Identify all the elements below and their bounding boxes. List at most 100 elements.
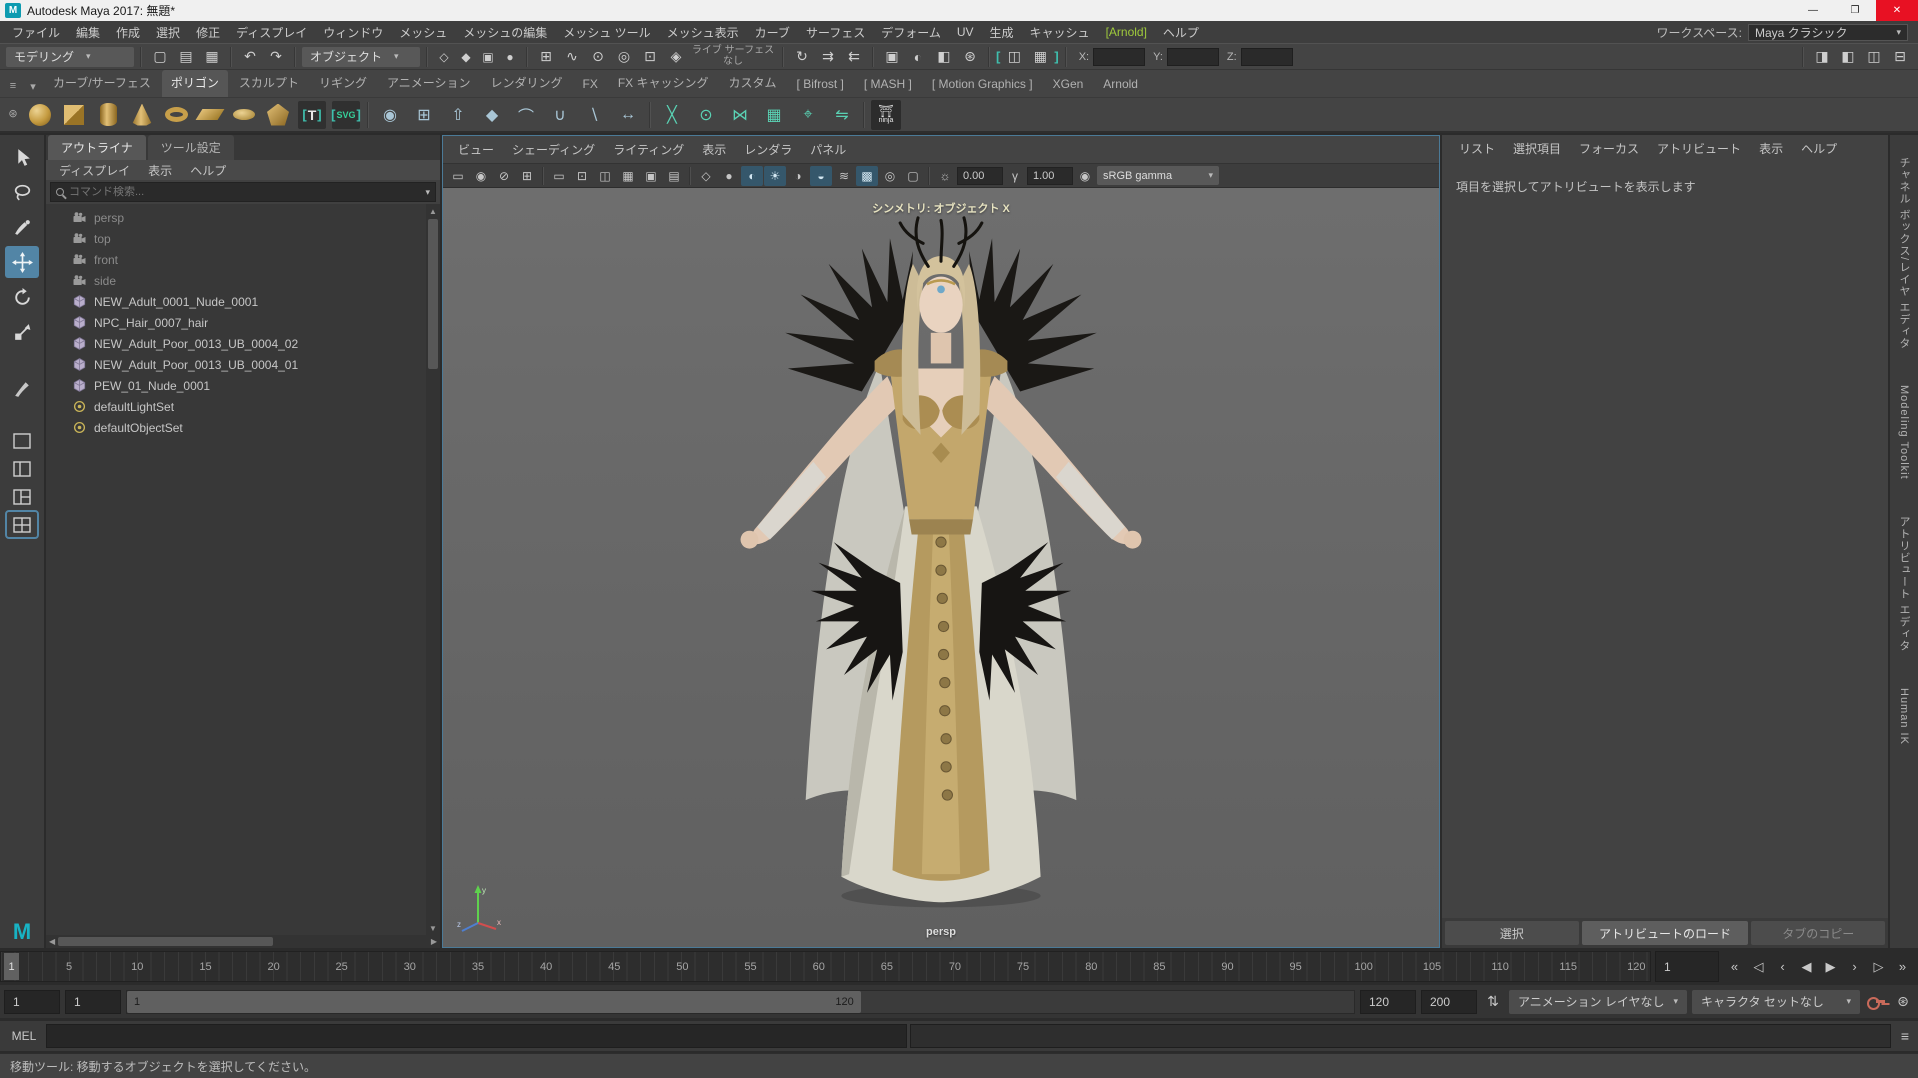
quad-draw-icon[interactable]: ▦ (758, 99, 790, 131)
shelf-tab-custom[interactable]: カスタム (720, 70, 786, 97)
render-settings-icon[interactable]: ⊛ (958, 46, 982, 68)
outliner-horizontal-scrollbar[interactable]: ◀ ▶ (46, 935, 440, 948)
type-tool-icon[interactable]: [T] (296, 99, 328, 131)
color-management-icon[interactable]: ◉ (1074, 166, 1096, 186)
new-scene-icon[interactable]: ▢ (148, 46, 172, 68)
step-back-key-button[interactable]: ‹ (1771, 951, 1794, 982)
step-forward-key-button[interactable]: › (1843, 951, 1866, 982)
shelf-tab-arnold[interactable]: Arnold (1094, 73, 1147, 97)
construction-history-icon[interactable]: ↻ (790, 46, 814, 68)
input-connections-icon[interactable]: ⇉ (816, 46, 840, 68)
shelf-tab-rigging[interactable]: リギング (310, 70, 376, 97)
snap-projected-center-icon[interactable]: ◎ (612, 46, 636, 68)
command-line-input[interactable] (46, 1024, 907, 1048)
gamma-field[interactable]: 1.00 (1027, 167, 1073, 185)
ae-menu-list[interactable]: リスト (1450, 138, 1504, 159)
depth-of-field-icon[interactable]: ◎ (879, 166, 901, 186)
last-tool-used[interactable] (5, 372, 39, 404)
mask-object-icon[interactable]: ◆ (456, 46, 476, 68)
fast-preview-icon[interactable]: ◫ (1002, 46, 1026, 68)
outliner-list[interactable]: persp top front side NEW_Adult_0001_Nude… (46, 204, 426, 935)
menu-cache[interactable]: キャッシュ (1022, 21, 1098, 44)
layout-three-pane-button[interactable] (7, 484, 37, 509)
maximize-button[interactable]: ❐ (1834, 0, 1876, 21)
z-input[interactable] (1241, 48, 1293, 66)
menu-mesh-tools[interactable]: メッシュ ツール (555, 21, 658, 44)
tab-channel-box[interactable]: チャネル ボックス/レイヤ エディタ (1896, 157, 1912, 349)
tab-human-ik[interactable]: Human IK (1898, 688, 1910, 745)
go-to-start-button[interactable]: « (1723, 951, 1746, 982)
poly-platonic-icon[interactable] (262, 99, 294, 131)
tab-modeling-toolkit[interactable]: Modeling Toolkit (1898, 385, 1910, 480)
shelf-tab-fx[interactable]: FX (574, 73, 607, 97)
gate-mask-icon[interactable]: ◫ (594, 166, 616, 186)
go-to-end-button[interactable]: » (1891, 951, 1914, 982)
subdivide-mesh-icon[interactable]: ⊞ (408, 99, 440, 131)
save-scene-icon[interactable]: ▦ (200, 46, 224, 68)
y-input[interactable] (1167, 48, 1219, 66)
scroll-left-icon[interactable]: ◀ (49, 936, 55, 948)
svg-tool-icon[interactable]: [SVG] (330, 99, 362, 131)
mask-component-icon[interactable]: ▣ (478, 46, 498, 68)
shelf-tab-xgen[interactable]: XGen (1044, 73, 1093, 97)
snap-grid-icon[interactable]: ⊞ (534, 46, 558, 68)
safe-title-icon[interactable]: ▤ (663, 166, 685, 186)
output-connections-icon[interactable]: ⇇ (842, 46, 866, 68)
multi-cut-icon[interactable]: ╳ (656, 99, 688, 131)
axis-gizmo[interactable]: y x z (455, 881, 503, 935)
viewport-menu-panels[interactable]: パネル (801, 139, 855, 160)
undo-icon[interactable]: ↶ (238, 46, 262, 68)
playback-start-field[interactable]: 1 (65, 990, 121, 1014)
current-frame-marker[interactable]: 1 (4, 953, 19, 980)
mirror-geometry-icon[interactable]: ↔ (612, 99, 644, 131)
extrude-icon[interactable]: ⇧ (442, 99, 474, 131)
menu-set-selector[interactable]: モデリング ▾ (6, 47, 134, 67)
command-search-box[interactable]: ▾ (50, 182, 436, 202)
menu-edit[interactable]: 編集 (68, 21, 108, 44)
outliner-menu-help[interactable]: ヘルプ (181, 160, 235, 181)
open-scene-icon[interactable]: ▤ (174, 46, 198, 68)
menu-deform[interactable]: デフォーム (873, 21, 949, 44)
menu-windows[interactable]: ウィンドウ (315, 21, 391, 44)
command-line-language-label[interactable]: MEL (2, 1029, 46, 1043)
ambient-occlusion-icon[interactable]: ◒ (810, 166, 832, 186)
exposure-field[interactable]: 0.00 (957, 167, 1003, 185)
character-set-selector[interactable]: キャラクタ セットなし ▾ (1692, 990, 1860, 1014)
x-input[interactable] (1093, 48, 1145, 66)
render-current-frame-icon[interactable]: ▣ (880, 46, 904, 68)
auto-keyframe-button[interactable] (1865, 990, 1887, 1014)
shadows-icon[interactable]: ◑ (787, 166, 809, 186)
multisample-icon[interactable]: ▩ (856, 166, 878, 186)
safe-action-icon[interactable]: ▣ (640, 166, 662, 186)
motion-blur-icon[interactable]: ≋ (833, 166, 855, 186)
select-tool[interactable] (5, 141, 39, 173)
connect-tool-icon[interactable]: ⋈ (724, 99, 756, 131)
range-slider-bar[interactable]: 1 120 (127, 991, 861, 1013)
poly-sphere-icon[interactable] (24, 99, 56, 131)
shelf-tab-animation[interactable]: アニメーション (378, 70, 480, 97)
rotate-tool[interactable] (5, 281, 39, 313)
workspace-selector[interactable]: Maya クラシック ▾ (1748, 24, 1908, 41)
outliner-item-default-light-set[interactable]: defaultLightSet (46, 396, 426, 417)
play-forwards-button[interactable]: ▶ (1819, 951, 1842, 982)
scroll-up-icon[interactable]: ▲ (429, 205, 437, 217)
scrollbar-track[interactable] (428, 217, 438, 922)
bridge-icon[interactable]: ⌒ (510, 99, 542, 131)
layout-single-pane-button[interactable] (7, 428, 37, 453)
resolution-gate-icon[interactable]: ⊡ (571, 166, 593, 186)
chevron-down-icon[interactable]: ▾ (425, 187, 430, 198)
ninja-plugin-icon[interactable]: ⛩ninja (870, 99, 902, 131)
tab-outliner[interactable]: アウトライナ (48, 135, 146, 160)
outliner-menu-show[interactable]: 表示 (139, 160, 181, 181)
poly-plane-icon[interactable] (194, 99, 226, 131)
image-plane-icon[interactable]: ▭ (447, 166, 469, 186)
shelf-options-icon[interactable]: ▾ (24, 77, 42, 95)
ae-menu-selected[interactable]: 選択項目 (1504, 138, 1570, 159)
render-view-icon[interactable]: ◧ (932, 46, 956, 68)
redo-icon[interactable]: ↷ (264, 46, 288, 68)
shelf-tab-rendering[interactable]: レンダリング (481, 70, 571, 97)
selection-mode-selector[interactable]: オブジェクト ▾ (302, 47, 420, 67)
shelf-menu-icon[interactable]: ≡ (4, 77, 22, 95)
isolate-select-icon[interactable]: ▢ (902, 166, 924, 186)
move-tool[interactable] (5, 246, 39, 278)
